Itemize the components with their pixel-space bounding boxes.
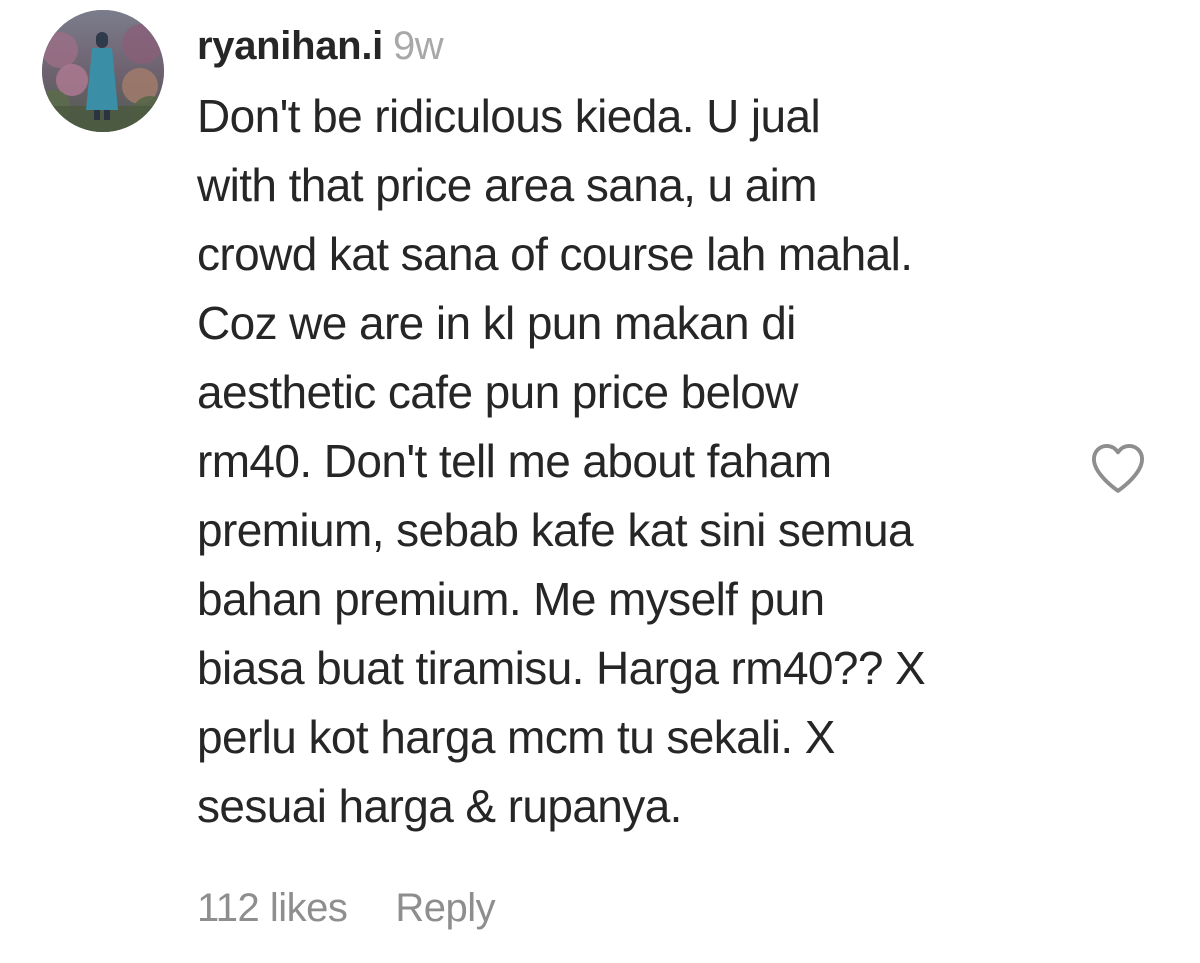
comment-text: Don't be ridiculous kieda. U jual with t… bbox=[197, 82, 1077, 841]
comment-text-line: with that price area sana, u aim bbox=[197, 159, 818, 211]
reply-button[interactable]: Reply bbox=[395, 886, 495, 931]
comment-header: ryanihan.i 9w bbox=[197, 18, 1077, 74]
likes-count-link[interactable]: 112 likes bbox=[197, 886, 348, 931]
comment-text-line: Coz we are in kl pun makan di bbox=[197, 297, 796, 349]
comment-text-line: bahan premium. Me myself pun bbox=[197, 573, 825, 625]
comment-text-line: rm40. Don't tell me about faham bbox=[197, 435, 832, 487]
heart-outline-icon bbox=[1091, 443, 1145, 493]
comment-text-line: premium, sebab kafe kat sini semua bbox=[197, 504, 914, 556]
comment-text-line: biasa buat tiramisu. Harga rm40?? X bbox=[197, 642, 926, 694]
like-button[interactable] bbox=[1086, 438, 1150, 498]
username-link[interactable]: ryanihan.i bbox=[197, 24, 383, 69]
comment-body: ryanihan.i 9w Don't be ridiculous kieda.… bbox=[197, 18, 1077, 841]
comment-text-line: sesuai harga & rupanya. bbox=[197, 780, 682, 832]
comment-timestamp[interactable]: 9w bbox=[393, 24, 444, 69]
comment-text-line: crowd kat sana of course lah mahal. bbox=[197, 228, 913, 280]
comment: ryanihan.i 9w Don't be ridiculous kieda.… bbox=[0, 0, 1200, 963]
comment-actions: 112 likes Reply bbox=[197, 880, 496, 936]
comment-text-line: aesthetic cafe pun price below bbox=[197, 366, 798, 418]
comment-text-line: perlu kot harga mcm tu sekali. X bbox=[197, 711, 835, 763]
avatar[interactable] bbox=[42, 10, 164, 132]
comment-text-line: Don't be ridiculous kieda. U jual bbox=[197, 90, 821, 142]
avatar-photo bbox=[42, 10, 164, 132]
